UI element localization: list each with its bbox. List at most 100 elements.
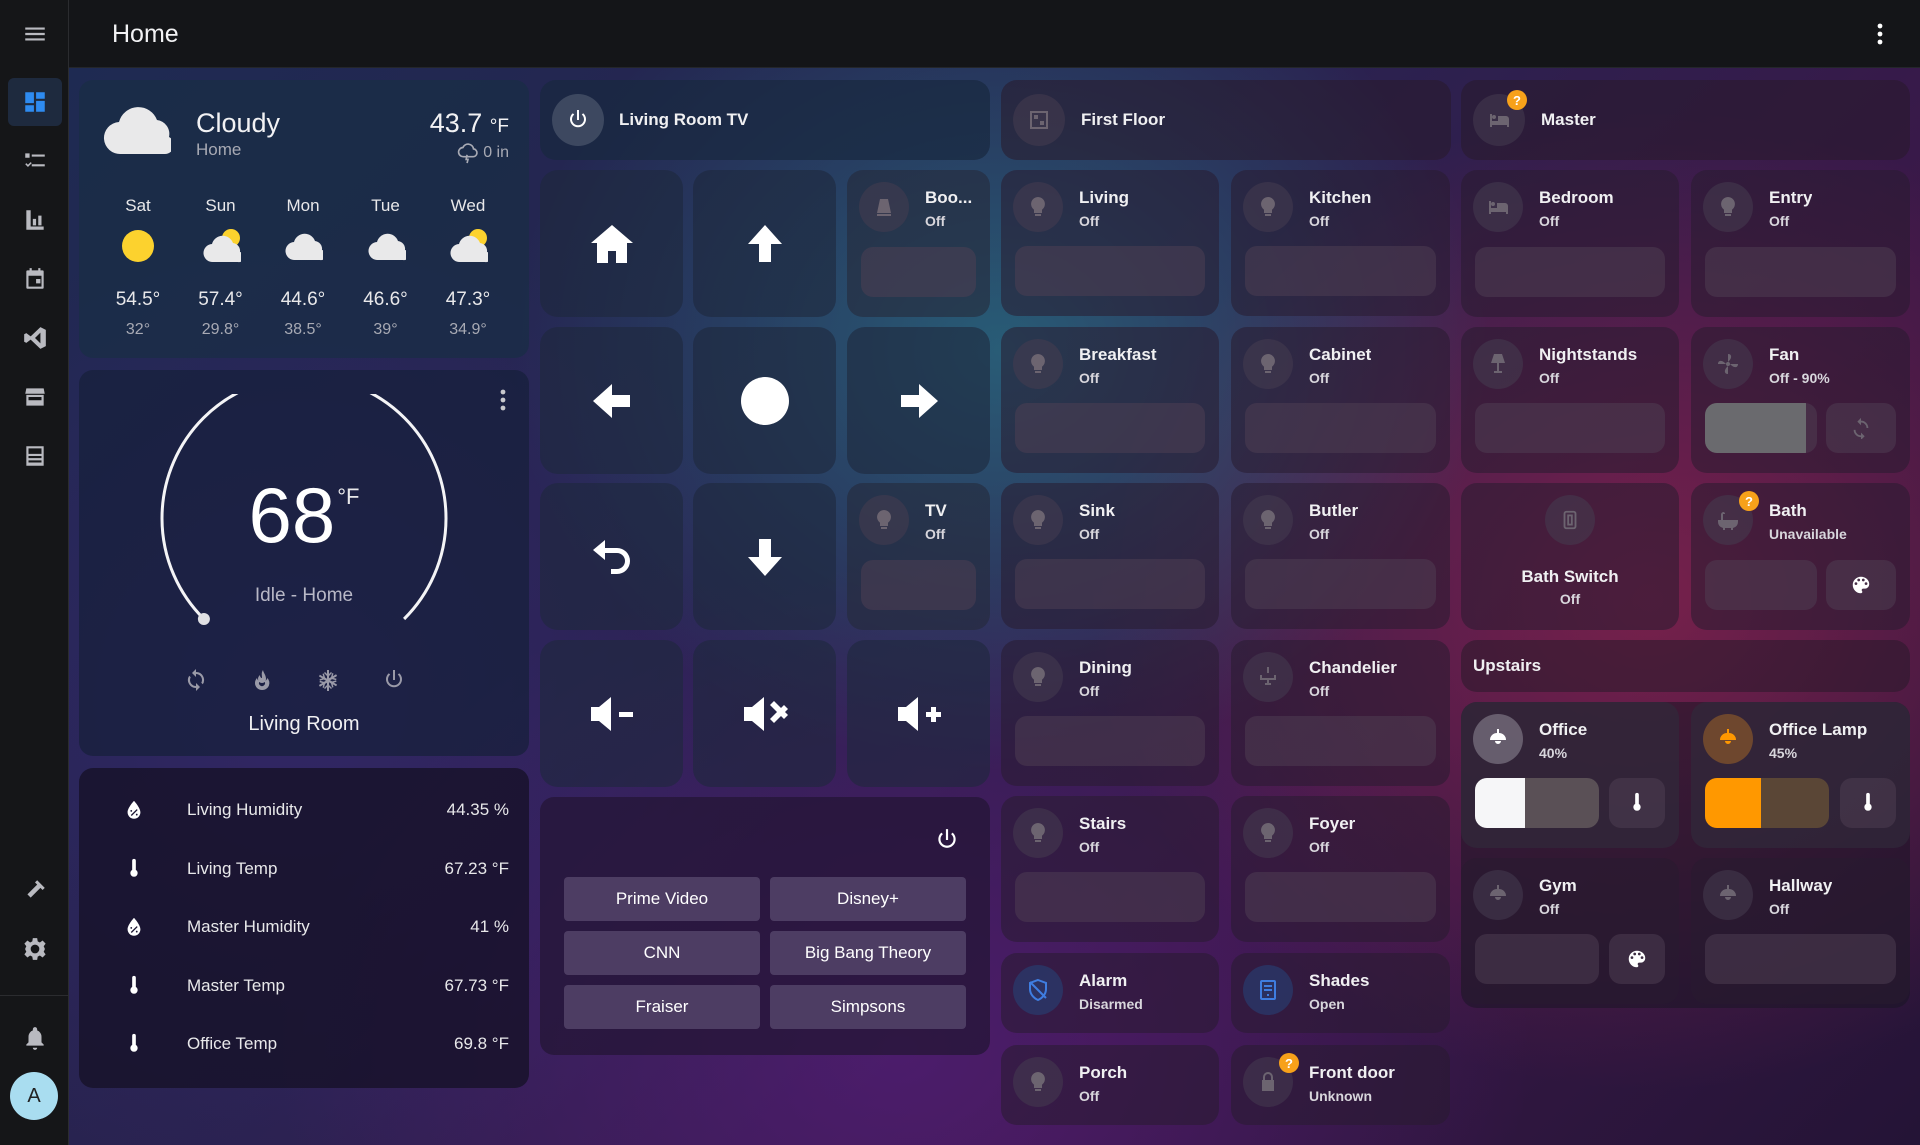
sensor-row[interactable]: Master Temp 67.73 °F [119,971,509,1001]
bath-brightness-bar[interactable] [1705,560,1817,610]
hallway-toggle[interactable] [1705,934,1896,984]
volume-down-button[interactable] [540,640,683,787]
tv-power-button[interactable] [552,94,604,146]
tile-boo[interactable]: Boo... Off [847,170,990,317]
office-lamp-brightness-slider[interactable] [1705,778,1829,828]
light-tile[interactable]: Stairs Off [1001,796,1219,942]
nav-todo[interactable] [8,137,62,185]
office-temp-button[interactable] [1609,778,1665,828]
thermostat-more-icon[interactable] [499,388,507,412]
office-lamp-tile[interactable]: Office Lamp 45% [1691,702,1910,848]
entry-tile[interactable]: Entry Off [1691,170,1910,317]
porch-tile[interactable]: Porch Off [1001,1045,1219,1125]
home-button[interactable] [540,170,683,317]
light-tile[interactable]: Chandelier Off [1231,639,1450,786]
office-tile[interactable]: Office 40% [1461,702,1679,848]
tv-remote-header[interactable]: Living Room TV [540,80,990,160]
back-button[interactable] [540,483,683,630]
front-door-tile[interactable]: ? Front door Unknown [1231,1045,1450,1125]
nav-energy[interactable] [8,196,62,244]
light-toggle[interactable] [1245,246,1436,296]
light-toggle[interactable] [1015,715,1205,766]
bedroom-tile[interactable]: Bedroom Off [1461,170,1679,317]
fan-speed-slider[interactable] [1705,403,1817,453]
master-header[interactable]: ? Master [1461,80,1910,160]
alarm-tile[interactable]: Alarm Disarmed [1001,953,1219,1033]
app-button[interactable]: Big Bang Theory [770,931,966,975]
bath-switch-tile[interactable]: Bath Switch Off [1461,483,1679,630]
up-button[interactable] [693,170,836,317]
nav-calendar[interactable] [8,255,62,303]
fan-oscillate-button[interactable] [1826,403,1896,453]
light-tile[interactable]: Dining Off [1001,639,1219,786]
office-lamp-temp-button[interactable] [1840,778,1896,828]
weather-card[interactable]: Cloudy Home 43.7 °F 0 in Sat 54.5° 32° Sun 5… [79,80,529,358]
app-button[interactable]: Disney+ [770,877,966,921]
light-toggle[interactable] [1015,246,1205,296]
tile-tv-toggle[interactable] [861,560,976,610]
left-button[interactable] [540,327,683,474]
volume-up-button[interactable] [847,640,990,787]
light-toggle[interactable] [1245,872,1436,922]
nav-logbook[interactable] [8,432,62,480]
thermostat-card[interactable]: 68°F Idle - Home Living Room [79,370,529,756]
nav-developer-tools[interactable] [8,866,62,914]
apps-power-icon[interactable] [934,827,960,853]
first-floor-header[interactable]: First Floor [1001,80,1451,160]
sensor-row[interactable]: Master Humidity 41 % [119,912,509,942]
bedroom-toggle[interactable] [1475,247,1665,297]
tile-boo-toggle[interactable] [861,247,976,297]
app-button[interactable]: Simpsons [770,985,966,1029]
light-toggle[interactable] [1015,559,1205,609]
avatar[interactable]: A [10,1072,58,1120]
light-toggle[interactable] [1245,559,1436,609]
nav-notifications[interactable] [8,1014,62,1062]
fan-tile[interactable]: Fan Off - 90% [1691,327,1910,473]
heat-mode-icon[interactable] [250,668,274,692]
app-button[interactable]: Prime Video [564,877,760,921]
light-toggle[interactable] [1245,402,1436,453]
gym-tile[interactable]: Gym Off [1461,858,1679,1004]
shades-tile[interactable]: Shades Open [1231,953,1450,1033]
light-tile[interactable]: Breakfast Off [1001,326,1219,473]
sensor-row[interactable]: Office Temp 69.8 °F [119,1029,509,1059]
nav-overview[interactable] [8,78,62,126]
upstairs-header[interactable]: Upstairs [1461,640,1910,692]
bath-tile[interactable]: ? Bath Unavailable [1691,483,1910,630]
nav-vscode[interactable] [8,314,62,362]
light-tile[interactable]: Foyer Off [1231,796,1450,942]
light-tile[interactable]: Cabinet Off [1231,326,1450,473]
sensor-row[interactable]: Living Temp 67.23 °F [119,854,509,884]
dial-handle[interactable] [197,613,210,625]
light-toggle[interactable] [1245,715,1436,766]
bath-color-button[interactable] [1826,560,1896,610]
light-tile[interactable]: Sink Off [1001,483,1219,629]
gym-color-button[interactable] [1609,934,1665,984]
app-button[interactable]: Fraiser [564,985,760,1029]
nav-settings[interactable] [8,925,62,973]
nightstands-toggle[interactable] [1475,403,1665,453]
nav-hacs[interactable] [8,373,62,421]
light-tile[interactable]: Living Off [1001,170,1219,316]
light-toggle[interactable] [1015,402,1205,453]
nightstands-tile[interactable]: Nightstands Off [1461,327,1679,473]
app-button[interactable]: CNN [564,931,760,975]
mute-button[interactable] [693,640,836,787]
gym-brightness-bar[interactable] [1475,934,1599,984]
power-icon[interactable] [382,668,406,692]
more-options-icon[interactable] [1876,22,1884,46]
menu-button[interactable] [8,10,62,58]
tile-tv[interactable]: TV Off [847,483,990,630]
entry-toggle[interactable] [1705,247,1896,297]
down-button[interactable] [693,483,836,630]
office-brightness-slider[interactable] [1475,778,1599,828]
light-tile[interactable]: Butler Off [1231,483,1450,629]
light-toggle[interactable] [1015,872,1205,922]
sensor-row[interactable]: Living Humidity 44.35 % [119,795,509,825]
snowflake-icon[interactable] [316,668,340,692]
light-tile[interactable]: Kitchen Off [1231,170,1450,316]
hallway-tile[interactable]: Hallway Off [1691,858,1910,1004]
right-button[interactable] [847,327,990,474]
select-button[interactable] [693,327,836,474]
auto-mode-icon[interactable] [184,668,208,692]
